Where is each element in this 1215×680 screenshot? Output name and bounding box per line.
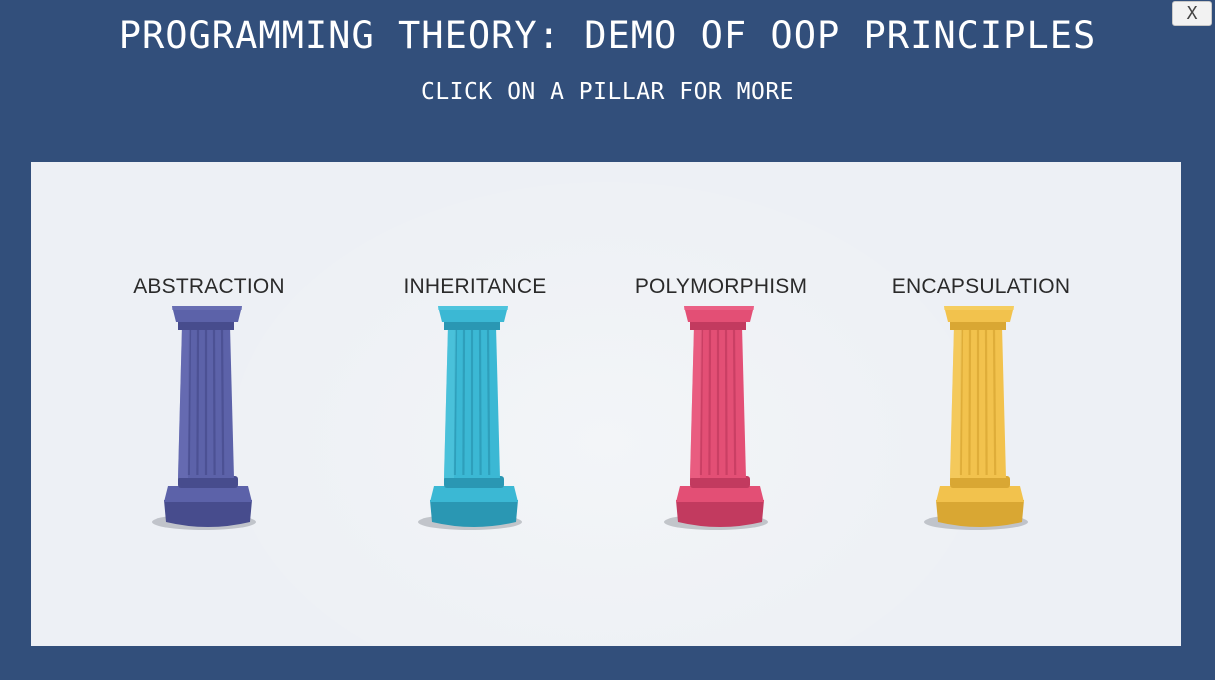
- pillar-base-ring: [676, 486, 764, 502]
- pillar-base-ring: [164, 486, 252, 502]
- pillar-highlight: [178, 326, 190, 478]
- pillar-label-inheritance: INHERITANCE: [403, 275, 547, 298]
- pillar-flute: [212, 329, 216, 476]
- pillar-flute: [724, 329, 728, 476]
- pillar-base: [676, 500, 764, 527]
- pillar-icon-inheritance: [418, 306, 522, 530]
- pillar-label-encapsulation: ENCAPSULATION: [891, 275, 1071, 298]
- pillar-label-polymorphism: POLYMORPHISM: [634, 275, 808, 298]
- pillar-flute: [486, 329, 491, 476]
- pillar-flute: [196, 329, 200, 476]
- pillar-base: [164, 500, 252, 527]
- pillar-capital-top: [438, 306, 508, 310]
- pillar-panel: ABSTRACTION INHERITANCE POLYMORPHISM ENC…: [31, 162, 1181, 646]
- pillar-flute: [968, 329, 972, 476]
- pillar-abstraction[interactable]: ABSTRACTION: [99, 270, 319, 550]
- pillar-base: [430, 500, 518, 527]
- pillar-flute: [984, 329, 988, 476]
- pillar-icon-polymorphism: [664, 306, 768, 530]
- pillar-capital-neck: [690, 322, 746, 330]
- pillar-flute: [732, 329, 737, 476]
- panel-glow: [231, 182, 981, 646]
- pillar-flute: [220, 329, 225, 476]
- pillar-flute: [478, 329, 482, 476]
- pillar-capital-neck: [178, 322, 234, 330]
- pillar-base-ring: [430, 486, 518, 502]
- pillar-flute: [992, 329, 997, 476]
- pillar-encapsulation[interactable]: ENCAPSULATION: [871, 270, 1091, 550]
- pillar-base: [936, 500, 1024, 527]
- pillar-label-abstraction: ABSTRACTION: [133, 275, 285, 298]
- page-title: PROGRAMMING THEORY: DEMO OF OOP PRINCIPL…: [118, 14, 1097, 57]
- pillar-inheritance[interactable]: INHERITANCE: [365, 270, 585, 550]
- pillar-capital-neck: [444, 322, 500, 330]
- pillar-capital-top: [172, 306, 242, 310]
- pillar-icon-abstraction: [152, 306, 256, 530]
- pillar-highlight: [444, 326, 456, 478]
- close-button[interactable]: X: [1172, 1, 1212, 26]
- pillar-polymorphism[interactable]: POLYMORPHISM: [611, 270, 831, 550]
- pillar-capital-top: [944, 306, 1014, 310]
- pillar-highlight: [690, 326, 702, 478]
- pillar-highlight: [950, 326, 962, 478]
- pillar-flute: [708, 329, 712, 476]
- pillar-icon-encapsulation: [924, 306, 1028, 530]
- pillar-flute: [462, 329, 466, 476]
- pillar-base-ring: [936, 486, 1024, 502]
- pillar-capital-top: [684, 306, 754, 310]
- page-subtitle: CLICK ON A PILLAR FOR MORE: [420, 79, 795, 105]
- pillar-capital-neck: [950, 322, 1006, 330]
